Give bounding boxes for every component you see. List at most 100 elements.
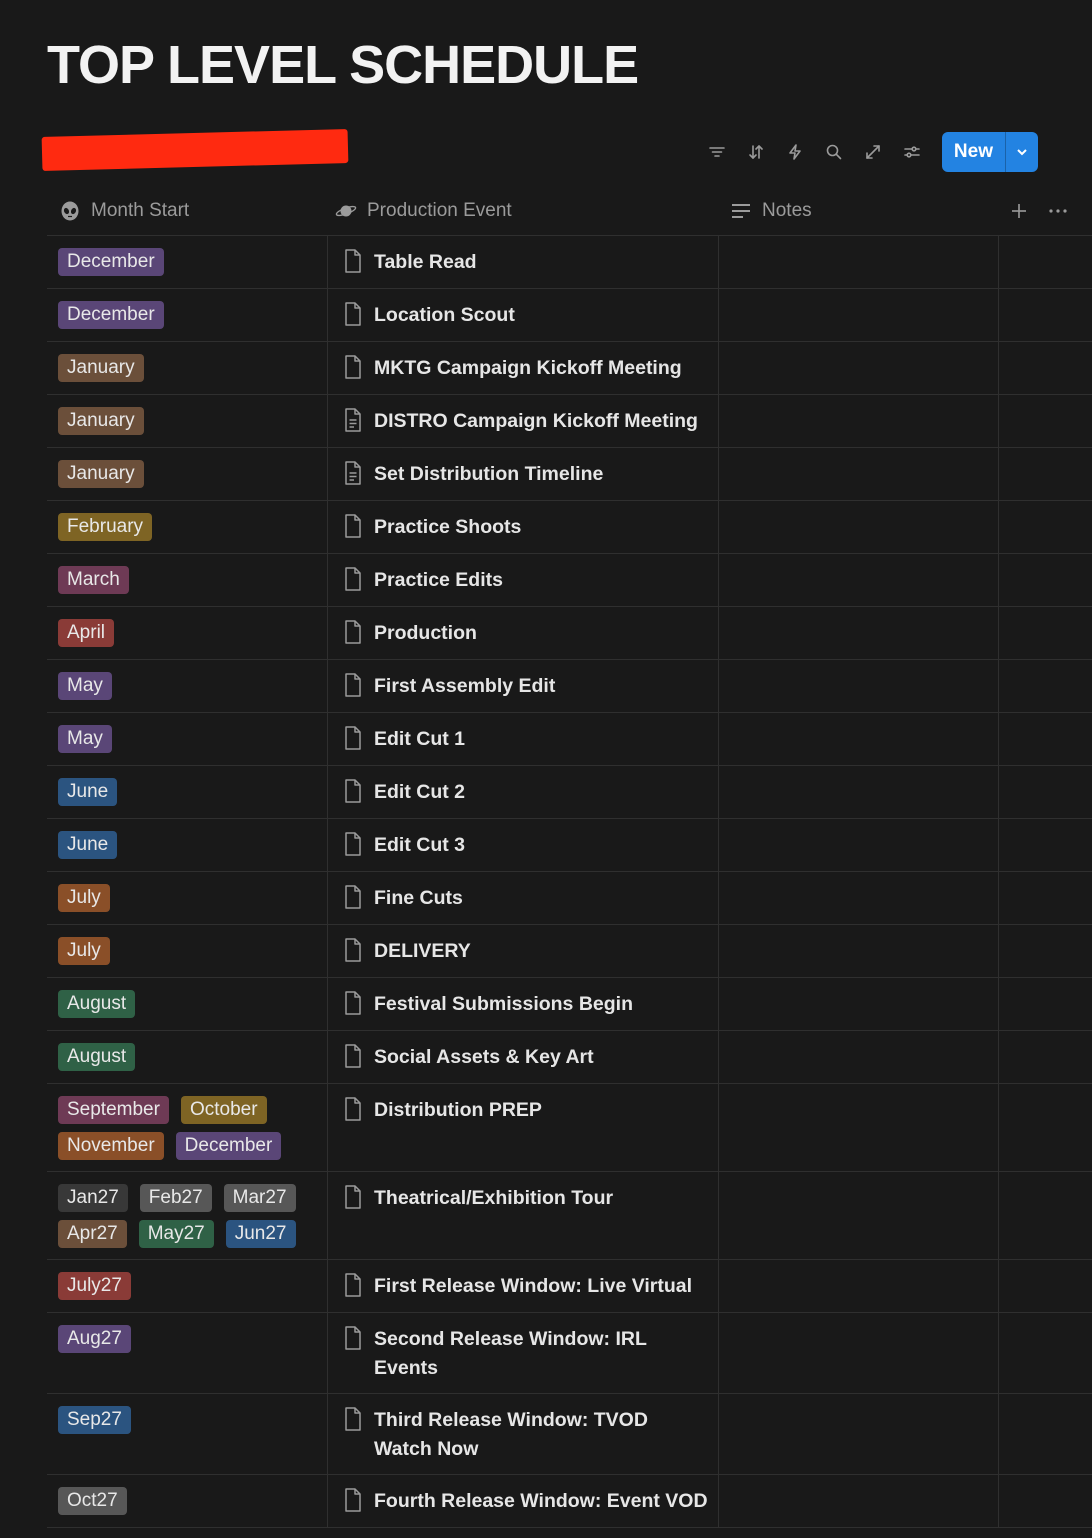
table-row[interactable]: January MKTG Campaign Kickoff Meeting [47,342,1092,395]
notes-cell[interactable] [719,713,999,765]
table-row[interactable]: May First Assembly Edit [47,660,1092,713]
production-event-cell[interactable]: DELIVERY [327,925,719,977]
production-event-cell[interactable]: Theatrical/Exhibition Tour [327,1172,719,1259]
month-start-cell[interactable]: June [47,819,327,871]
notes-cell[interactable] [719,289,999,341]
table-row[interactable]: June Edit Cut 3 [47,819,1092,872]
table-row[interactable]: Oct27 Fourth Release Window: Event VOD [47,1475,1092,1528]
month-tag[interactable]: August [58,990,136,1018]
month-tag[interactable]: Mar27 [223,1184,296,1212]
table-row[interactable]: July DELIVERY [47,925,1092,978]
month-tag[interactable]: July [58,884,110,912]
month-tag[interactable]: Jan27 [58,1184,128,1212]
production-event-cell[interactable]: First Release Window: Live Virtual [327,1260,719,1312]
production-event-cell[interactable]: Festival Submissions Begin [327,978,719,1030]
production-event-cell[interactable]: Production [327,607,719,659]
notes-cell[interactable] [719,1313,999,1393]
production-event-cell[interactable]: Practice Edits [327,554,719,606]
filter-icon[interactable] [698,132,737,172]
month-start-cell[interactable]: December [47,289,327,341]
month-tag[interactable]: July [58,937,110,965]
month-start-cell[interactable]: May [47,713,327,765]
event-title-link[interactable]: Edit Cut 2 [374,778,465,807]
event-title-link[interactable]: Table Read [374,248,477,277]
production-event-cell[interactable]: Social Assets & Key Art [327,1031,719,1083]
event-title-link[interactable]: Practice Shoots [374,513,521,542]
month-tag[interactable]: January [58,407,144,435]
notes-cell[interactable] [719,766,999,818]
month-tag[interactable]: December [58,301,164,329]
month-start-cell[interactable]: March [47,554,327,606]
month-start-cell[interactable]: Aug27 [47,1313,327,1393]
month-start-cell[interactable]: August [47,978,327,1030]
event-title-link[interactable]: DELIVERY [374,937,471,966]
notes-cell[interactable] [719,660,999,712]
production-event-cell[interactable]: Fine Cuts [327,872,719,924]
table-row[interactable]: July27 First Release Window: Live Virtual [47,1260,1092,1313]
month-tag[interactable]: December [175,1132,282,1160]
month-start-cell[interactable]: August [47,1031,327,1083]
month-tag[interactable]: May [58,672,112,700]
table-row[interactable]: December Location Scout [47,289,1092,342]
event-title-link[interactable]: Third Release Window: TVOD Watch Now [374,1406,710,1464]
production-event-cell[interactable]: Table Read [327,236,719,288]
month-tag[interactable]: August [58,1043,136,1071]
month-tag[interactable]: October [180,1096,267,1124]
notes-cell[interactable] [719,554,999,606]
event-title-link[interactable]: Fine Cuts [374,884,463,913]
month-start-cell[interactable]: February [47,501,327,553]
table-row[interactable]: September October November December Distribu… [47,1084,1092,1172]
new-button[interactable]: New [942,132,1005,172]
month-tag[interactable]: June [58,831,118,859]
table-row[interactable]: Aug27 Second Release Window: IRL Events [47,1313,1092,1394]
table-row[interactable]: March Practice Edits [47,554,1092,607]
production-event-cell[interactable]: Location Scout [327,289,719,341]
event-title-link[interactable]: Fourth Release Window: Event VOD [374,1487,708,1516]
column-header-production-event[interactable]: Production Event [335,200,512,222]
search-icon[interactable] [815,132,854,172]
production-event-cell[interactable]: Edit Cut 2 [327,766,719,818]
month-tag[interactable]: Sep27 [58,1406,131,1434]
event-title-link[interactable]: Practice Edits [374,566,503,595]
table-row[interactable]: May Edit Cut 1 [47,713,1092,766]
month-start-cell[interactable]: May [47,660,327,712]
table-row[interactable]: August Social Assets & Key Art [47,1031,1092,1084]
month-tag[interactable]: Oct27 [58,1487,127,1515]
notes-cell[interactable] [719,236,999,288]
table-row[interactable]: January DISTRO Campaign Kickoff Meeting [47,395,1092,448]
month-tag[interactable]: January [58,460,144,488]
notes-cell[interactable] [719,1394,999,1474]
notes-cell[interactable] [719,872,999,924]
month-tag[interactable]: May [58,725,112,753]
notes-cell[interactable] [719,925,999,977]
month-tag[interactable]: December [58,248,164,276]
notes-cell[interactable] [719,1260,999,1312]
chevron-down-icon[interactable] [1005,132,1038,172]
table-row[interactable]: July Fine Cuts [47,872,1092,925]
event-title-link[interactable]: DISTRO Campaign Kickoff Meeting [374,407,698,436]
month-start-cell[interactable]: April [47,607,327,659]
event-title-link[interactable]: Production [374,619,477,648]
production-event-cell[interactable]: Fourth Release Window: Event VOD [327,1475,719,1527]
month-start-cell[interactable]: January [47,448,327,500]
production-event-cell[interactable]: Practice Shoots [327,501,719,553]
month-start-cell[interactable]: Oct27 [47,1475,327,1527]
month-tag[interactable]: June [58,778,118,806]
production-event-cell[interactable]: Second Release Window: IRL Events [327,1313,719,1393]
month-start-cell[interactable]: July [47,872,327,924]
month-start-cell[interactable]: September October November December [47,1084,327,1171]
event-title-link[interactable]: Edit Cut 3 [374,831,465,860]
event-title-link[interactable]: MKTG Campaign Kickoff Meeting [374,354,682,383]
sort-icon[interactable] [737,132,776,172]
table-row[interactable]: June Edit Cut 2 [47,766,1092,819]
month-tag[interactable]: April [58,619,115,647]
notes-cell[interactable] [719,501,999,553]
notes-cell[interactable] [719,1475,999,1527]
table-row[interactable]: Sep27 Third Release Window: TVOD Watch No… [47,1394,1092,1475]
month-tag[interactable]: May27 [138,1220,214,1248]
table-row[interactable]: January Set Distribution Timeline [47,448,1092,501]
event-title-link[interactable]: Location Scout [374,301,515,330]
notes-cell[interactable] [719,1031,999,1083]
table-row[interactable]: February Practice Shoots [47,501,1092,554]
notes-cell[interactable] [719,819,999,871]
